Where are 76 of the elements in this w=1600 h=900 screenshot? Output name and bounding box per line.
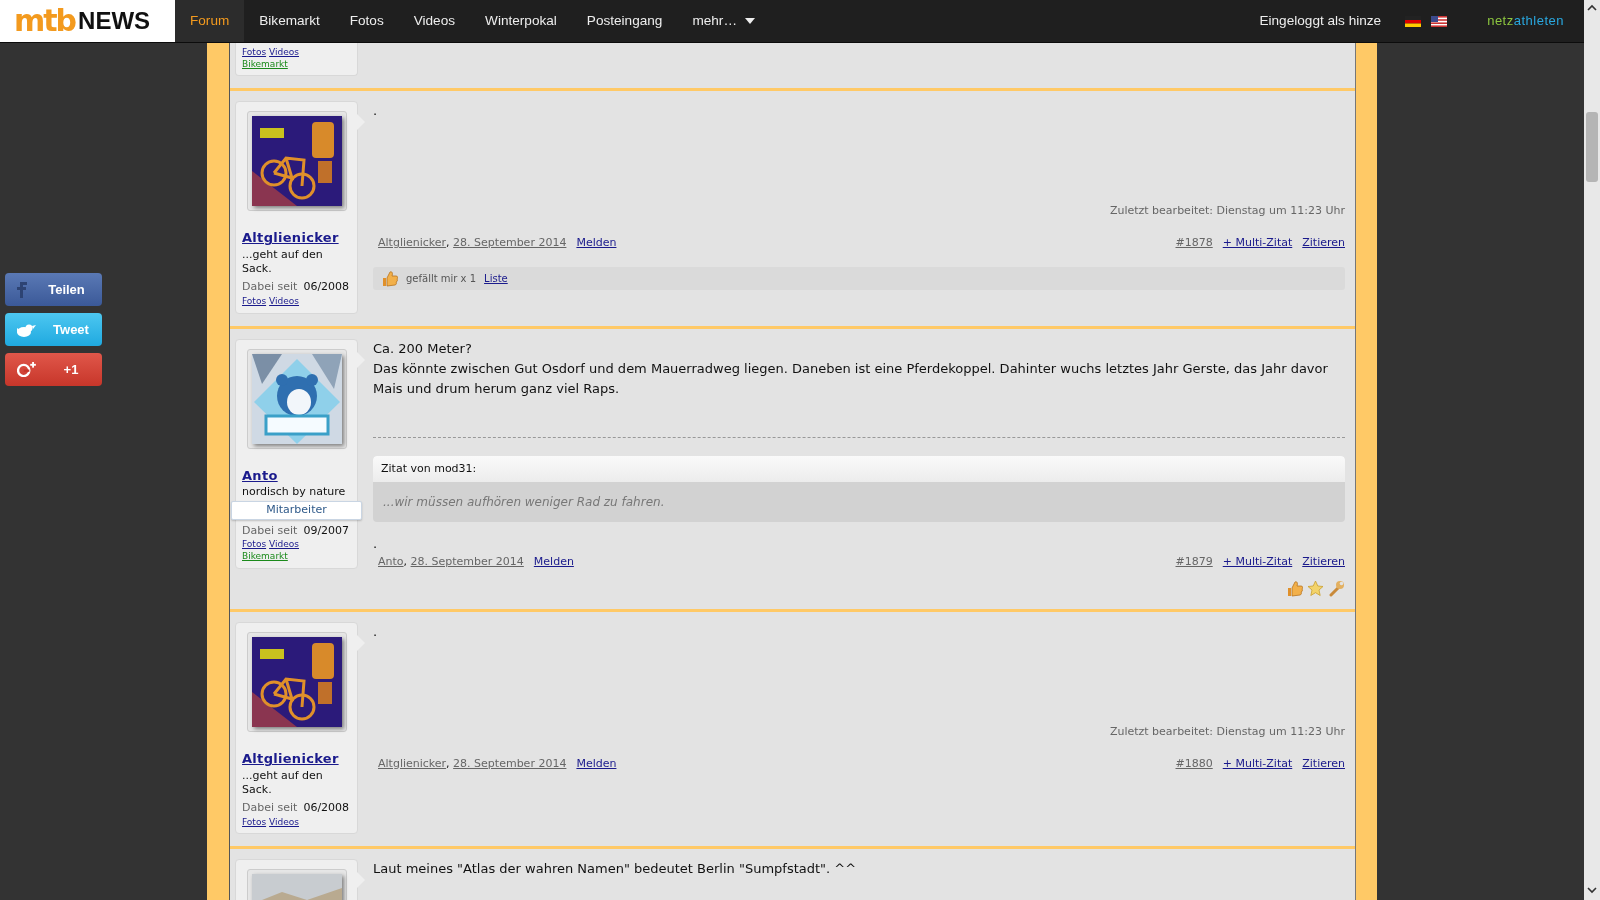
report-link[interactable]: Melden — [533, 553, 574, 571]
post-number-link[interactable]: #1879 — [1175, 553, 1213, 571]
post-number-link[interactable]: #1880 — [1175, 755, 1213, 773]
report-link[interactable]: Melden — [576, 234, 617, 252]
flag-icon[interactable] — [1431, 15, 1448, 27]
user-title: ...geht auf den Sack. — [242, 247, 324, 277]
signature-text: . — [373, 534, 379, 553]
nav-tab[interactable]: Winterpokal — [470, 0, 572, 42]
brand-logo[interactable]: netzathleten — [1487, 11, 1564, 31]
share-button[interactable]: Teilen — [5, 273, 102, 306]
author-link[interactable]: Anto — [378, 554, 404, 568]
profile-link[interactable]: Bikemarkt — [242, 551, 288, 562]
username-link[interactable]: Anto — [242, 465, 278, 486]
wrench-icon[interactable] — [1328, 580, 1345, 598]
thumbs-up-icon[interactable] — [1286, 580, 1303, 598]
author-link[interactable]: Altglienicker — [378, 756, 447, 770]
nav-tab[interactable]: Fotos — [334, 0, 399, 42]
member-since-label: Dabei seit — [242, 522, 298, 539]
edited-note: Zuletzt bearbeitet: Dienstag um 11:23 Uhr — [1108, 203, 1345, 220]
share-button[interactable]: +1 — [5, 353, 102, 386]
profile-link[interactable]: Bikemarkt — [242, 58, 288, 69]
separator-text: , — [446, 235, 450, 249]
facebook-icon — [17, 281, 27, 298]
member-since-date: 06/2008 — [303, 279, 350, 296]
username-link[interactable]: Altglienicker — [242, 749, 339, 769]
logo[interactable]: mtbNEWS — [0, 0, 175, 42]
login-status: Eingeloggt als hinze — [1259, 11, 1382, 30]
member-since-label: Dabei seit — [242, 279, 298, 296]
multi-quote-link[interactable]: + Multi-Zitat — [1222, 553, 1293, 571]
google-plus-icon — [17, 362, 36, 377]
post-text: Laut meines "Atlas der wahren Namen" bedeutet Berlin "Sumpfstadt". ^^ — [373, 860, 858, 879]
report-link[interactable]: Melden — [576, 755, 617, 773]
likes-list-link[interactable]: Liste — [484, 271, 508, 287]
profile-link[interactable]: Videos — [269, 816, 299, 827]
nav-tab[interactable]: Videos — [398, 0, 471, 42]
profile-link[interactable]: Fotos — [242, 539, 267, 550]
username-link[interactable]: Altglienicker — [242, 228, 339, 248]
date-link[interactable]: 28. September 2014 — [453, 756, 567, 770]
quote-link[interactable]: Zitieren — [1302, 553, 1345, 571]
profile-link[interactable]: Fotos — [242, 47, 267, 57]
multi-quote-link[interactable]: + Multi-Zitat — [1222, 755, 1293, 773]
quote-header: Zitat von mod31: — [373, 455, 1345, 482]
post-number-link[interactable]: #1878 — [1175, 234, 1213, 252]
profile-link[interactable]: Fotos — [242, 816, 267, 827]
quote-link[interactable]: Zitieren — [1302, 234, 1345, 252]
member-since-date: 06/2008 — [303, 800, 350, 817]
profile-link[interactable]: Fotos — [242, 295, 267, 306]
edited-note: Zuletzt bearbeitet: Dienstag um 11:23 Uhr — [1108, 724, 1345, 741]
separator-text: , — [446, 756, 450, 770]
likes-text: gefällt mir x 1 — [406, 272, 477, 287]
member-since-label: Dabei seit — [242, 800, 298, 817]
date-link[interactable]: 28. September 2014 — [410, 554, 524, 568]
bird-icon — [17, 322, 36, 337]
post-text: . — [373, 623, 379, 642]
thumbs-up-icon — [381, 270, 398, 288]
nav-tab[interactable]: Forum — [175, 0, 245, 42]
member-since-date: 09/2007 — [303, 522, 350, 539]
profile-link[interactable]: Videos — [269, 295, 299, 306]
multi-quote-link[interactable]: + Multi-Zitat — [1222, 234, 1293, 252]
quote-text: ...wir müssen aufhören weniger Rad zu fahren. — [373, 481, 1345, 522]
nav-tab[interactable]: Bikemarkt — [244, 0, 335, 42]
nav-tab[interactable]: mehr… — [677, 0, 770, 42]
nav-tab[interactable]: Posteingang — [571, 0, 678, 42]
role-badge: Mitarbeiter — [231, 501, 362, 520]
user-title: nordisch by nature — [242, 485, 347, 500]
post-text: . — [373, 102, 379, 121]
author-link[interactable]: Altglienicker — [378, 235, 447, 249]
date-link[interactable]: 28. September 2014 — [453, 235, 567, 249]
separator-text: , — [403, 554, 408, 568]
star-icon[interactable] — [1307, 580, 1324, 598]
user-title: ...geht auf den Sack. — [242, 768, 324, 798]
profile-link[interactable]: Videos — [269, 539, 299, 550]
quote-link[interactable]: Zitieren — [1302, 755, 1345, 773]
post-text: Das könnte zwischen Gut Osdorf und dem Mauerradweg liegen. Daneben ist eine Pferdekoppel. Dahinter wuchs letztes Jahr Gerste, das Jahr davor Mais und drum herum ganz viel Raps. — [373, 359, 1329, 398]
post-text: Ca. 200 Meter? — [373, 339, 473, 358]
profile-link[interactable]: Videos — [269, 47, 299, 57]
